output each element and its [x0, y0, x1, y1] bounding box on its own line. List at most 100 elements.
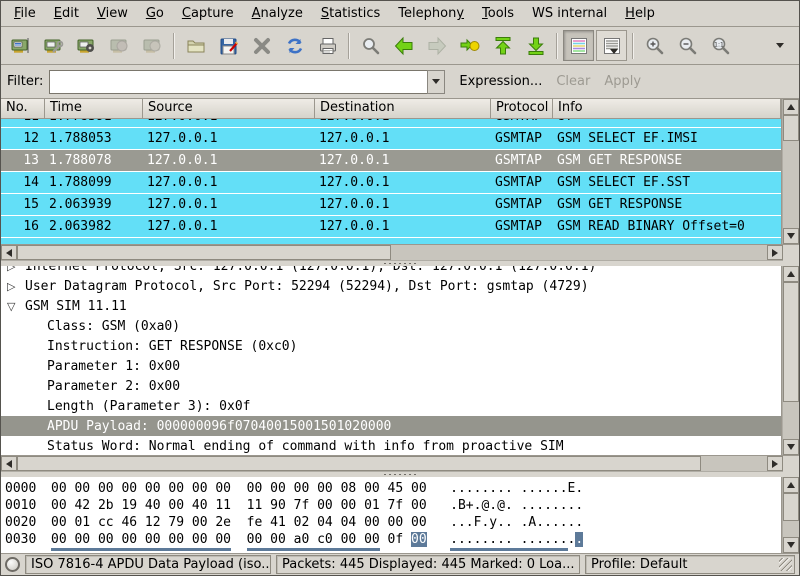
detail-line-ip-partial[interactable]: ▷Internet Protocol, Src: 127.0.0.1 (127.…	[1, 266, 781, 276]
save-file-button[interactable]	[213, 30, 244, 61]
expression-button[interactable]: Expression...	[459, 74, 542, 89]
find-packet-button[interactable]	[355, 30, 386, 61]
menu-item-help[interactable]: Help	[616, 3, 664, 24]
column-header-time[interactable]: Time	[45, 99, 143, 119]
menu-item-view[interactable]: View	[88, 3, 137, 24]
colorize-icon	[568, 35, 590, 57]
details-vscrollbar[interactable]	[782, 266, 799, 455]
packet-row-partial-top[interactable]: 11 1.778391 127.0.0.1 127.0.0.1 GSMTAP G…	[1, 119, 781, 128]
detail-line-udp[interactable]: ▷User Datagram Protocol, Src Port: 52294…	[1, 276, 781, 296]
packet-row[interactable]: 15 2.063939 127.0.0.1 127.0.0.1 GSMTAP G…	[1, 194, 781, 216]
detail-line-parameter-1[interactable]: Parameter 1: 0x00	[1, 356, 781, 376]
scroll-up-button[interactable]	[783, 266, 799, 282]
menu-item-go[interactable]: Go	[137, 3, 173, 24]
menu-item-tools[interactable]: Tools	[473, 3, 523, 24]
capture-options-button[interactable]	[38, 30, 69, 61]
hex-row[interactable]: 001000 42 2b 19 40 00 40 11 11 90 7f 00 …	[5, 497, 781, 514]
scroll-up-button[interactable]	[783, 99, 799, 115]
go-forward-button[interactable]	[421, 30, 452, 61]
scroll-left-button[interactable]	[1, 245, 17, 260]
capture-options-icon	[43, 35, 65, 57]
hex-row[interactable]: 000000 00 00 00 00 00 00 00 00 00 00 00 …	[5, 480, 781, 497]
zoom-out-button[interactable]	[672, 30, 703, 61]
hex-row[interactable]: 003000 00 00 00 00 00 00 00 00 00 a0 c0 …	[5, 531, 781, 548]
scroll-down-button[interactable]	[783, 537, 799, 553]
expander-open-icon: ▽	[7, 300, 25, 313]
menu-item-statistics[interactable]: Statistics	[312, 3, 389, 24]
window-resize-grip[interactable]	[779, 558, 792, 571]
arrow-left-icon	[393, 35, 415, 57]
scrollbar-thumb[interactable]	[783, 115, 799, 141]
packet-list-vscrollbar[interactable]	[782, 99, 799, 244]
detail-line-apdu-payload-selected[interactable]: APDU Payload: 000000096f0704001500150102…	[1, 416, 781, 436]
packet-details-pane: ▷Internet Protocol, Src: 127.0.0.1 (127.…	[1, 266, 799, 456]
colorize-toggle[interactable]	[563, 30, 594, 61]
apply-button[interactable]: Apply	[604, 74, 641, 89]
go-back-button[interactable]	[388, 30, 419, 61]
menu-item-analyze[interactable]: Analyze	[243, 3, 312, 24]
scrollbar-thumb[interactable]	[17, 456, 701, 471]
hex-row[interactable]: 002000 01 cc 46 12 79 00 2e fe 41 02 04 …	[5, 514, 781, 531]
detail-line-gsm-sim[interactable]: ▽GSM SIM 11.11	[1, 296, 781, 316]
scroll-up-button[interactable]	[783, 477, 799, 493]
go-to-top-button[interactable]	[487, 30, 518, 61]
clear-button[interactable]: Clear	[556, 74, 590, 89]
filter-input[interactable]	[49, 70, 427, 94]
status-profile[interactable]: Profile: Default	[585, 555, 795, 574]
detail-line-length[interactable]: Length (Parameter 3): 0x0f	[1, 396, 781, 416]
packet-row-selected[interactable]: 13 1.788078 127.0.0.1 127.0.0.1 GSMTAP G…	[1, 150, 781, 172]
scrollbar-thumb[interactable]	[783, 493, 799, 521]
menu-item-ws-internal[interactable]: WS internal	[523, 3, 616, 24]
go-to-bottom-button[interactable]	[520, 30, 551, 61]
column-header-source[interactable]: Source	[143, 99, 315, 119]
capture-stop-button[interactable]	[104, 30, 135, 61]
packet-list-pane: No. Time Source Destination Protocol Inf…	[1, 99, 799, 245]
filter-label: Filter:	[7, 74, 43, 89]
scrollbar-thumb[interactable]	[17, 245, 391, 260]
list-interfaces-button[interactable]	[5, 30, 36, 61]
scroll-down-button[interactable]	[783, 228, 799, 244]
auto-scroll-toggle[interactable]	[596, 30, 627, 61]
column-header-no[interactable]: No.	[1, 99, 45, 119]
capture-start-icon	[76, 35, 98, 57]
detail-line-instruction[interactable]: Instruction: GET RESPONSE (0xc0)	[1, 336, 781, 356]
scroll-right-button[interactable]	[767, 456, 783, 471]
scroll-left-button[interactable]	[1, 456, 17, 471]
packet-row[interactable]: 12 1.788053 127.0.0.1 127.0.0.1 GSMTAP G…	[1, 128, 781, 150]
reload-button[interactable]	[279, 30, 310, 61]
details-hscrollbar[interactable]	[1, 456, 783, 472]
column-header-destination[interactable]: Destination	[315, 99, 491, 119]
scrollbar-thumb[interactable]	[783, 282, 799, 402]
status-bar: ISO 7816-4 APDU Data Payload (iso... Pac…	[1, 554, 799, 575]
zoom-100-button[interactable]: 1:1	[705, 30, 736, 61]
menu-item-telephony[interactable]: Telephony	[389, 3, 473, 24]
hex-row-partial-highlight	[51, 548, 781, 551]
detail-line-status-word[interactable]: Status Word: Normal ending of command wi…	[1, 436, 781, 455]
column-header-protocol[interactable]: Protocol	[491, 99, 553, 119]
menu-item-file[interactable]: File	[5, 3, 45, 24]
toolbar-overflow-button[interactable]	[764, 30, 795, 61]
bytes-vscrollbar[interactable]	[782, 477, 799, 553]
expert-info-icon[interactable]	[5, 557, 20, 572]
menu-item-edit[interactable]: Edit	[45, 3, 88, 24]
capture-restart-button[interactable]	[137, 30, 168, 61]
packet-row[interactable]: 14 1.788099 127.0.0.1 127.0.0.1 GSMTAP G…	[1, 172, 781, 194]
filter-dropdown-button[interactable]	[427, 70, 445, 94]
expander-closed-icon: ▷	[7, 266, 25, 273]
open-file-button[interactable]	[180, 30, 211, 61]
menu-item-capture[interactable]: Capture	[173, 3, 243, 24]
capture-start-button[interactable]	[71, 30, 102, 61]
detail-line-class[interactable]: Class: GSM (0xa0)	[1, 316, 781, 336]
scroll-right-button[interactable]	[767, 245, 783, 260]
column-header-info[interactable]: Info	[553, 99, 781, 119]
close-file-button[interactable]	[246, 30, 277, 61]
print-button[interactable]	[312, 30, 343, 61]
packet-row[interactable]: 16 2.063982 127.0.0.1 127.0.0.1 GSMTAP G…	[1, 216, 781, 238]
detail-line-parameter-2[interactable]: Parameter 2: 0x00	[1, 376, 781, 396]
packet-list-hscrollbar[interactable]	[1, 245, 783, 261]
zoom-in-button[interactable]	[639, 30, 670, 61]
go-to-packet-button[interactable]	[454, 30, 485, 61]
packet-bytes-pane: 000000 00 00 00 00 00 00 00 00 00 00 00 …	[1, 477, 799, 554]
scroll-down-button[interactable]	[783, 439, 799, 455]
packet-row-partial-bottom[interactable]	[1, 238, 781, 244]
